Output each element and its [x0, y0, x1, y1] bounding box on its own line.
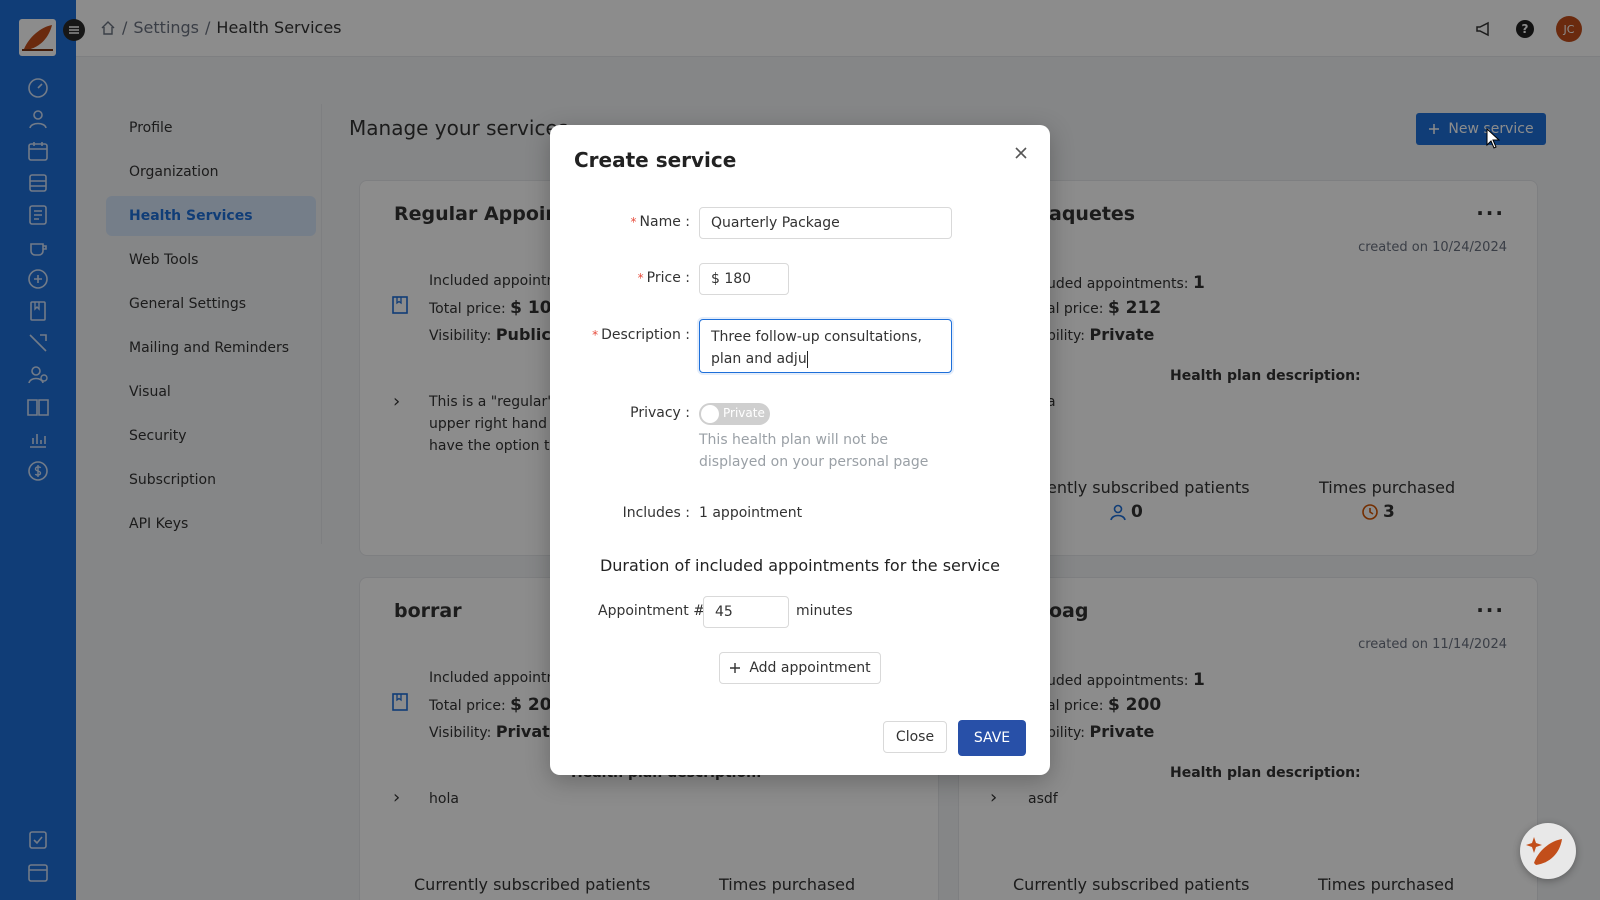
description-label-text: Description [601, 327, 681, 343]
modal-title: Create service [574, 148, 737, 172]
privacy-label-text: Privacy [630, 405, 681, 421]
close-button[interactable]: Close [883, 721, 947, 753]
price-input[interactable]: $ 180 [699, 263, 789, 295]
price-label: * Price : [637, 270, 690, 286]
privacy-toggle[interactable]: Private [699, 403, 770, 425]
mouse-cursor-icon [1486, 128, 1500, 149]
close-icon[interactable] [1010, 142, 1032, 164]
create-service-modal: Create service * Name : Quarterly Package… [550, 125, 1050, 775]
includes-label: Includes : [622, 505, 690, 521]
duration-heading: Duration of included appointments for th… [599, 556, 1001, 575]
privacy-label: Privacy : [630, 405, 690, 421]
description-value: Three follow-up consultations, plan and … [711, 329, 922, 367]
text-caret [806, 350, 808, 368]
save-button[interactable]: SAVE [958, 720, 1026, 756]
name-input[interactable]: Quarterly Package [699, 207, 952, 239]
includes-value: 1 appointment [699, 505, 803, 521]
name-label: * Name : [630, 214, 690, 230]
includes-label-text: Includes [622, 505, 681, 521]
appointment-1-label: Appointment #1 [598, 603, 714, 619]
description-text: Three follow-up consultations, plan and … [711, 326, 940, 370]
add-appointment-label: Add appointment [749, 660, 871, 676]
name-label-text: Name [639, 214, 681, 230]
plus-icon [730, 663, 741, 673]
toggle-knob [701, 405, 719, 423]
privacy-toggle-text: Private [723, 406, 765, 420]
appointment-1-duration-input[interactable]: 45 [703, 596, 789, 628]
description-textarea[interactable]: Three follow-up consultations, plan and … [699, 319, 952, 373]
privacy-hint: This health plan will not be displayed o… [699, 432, 929, 470]
add-appointment-button[interactable]: Add appointment [719, 652, 881, 684]
assistant-logo-icon [1526, 837, 1562, 865]
description-label: * Description : [592, 327, 690, 343]
assistant-fab[interactable] [1520, 823, 1576, 879]
price-label-text: Price [646, 270, 681, 286]
minutes-unit: minutes [796, 603, 853, 619]
